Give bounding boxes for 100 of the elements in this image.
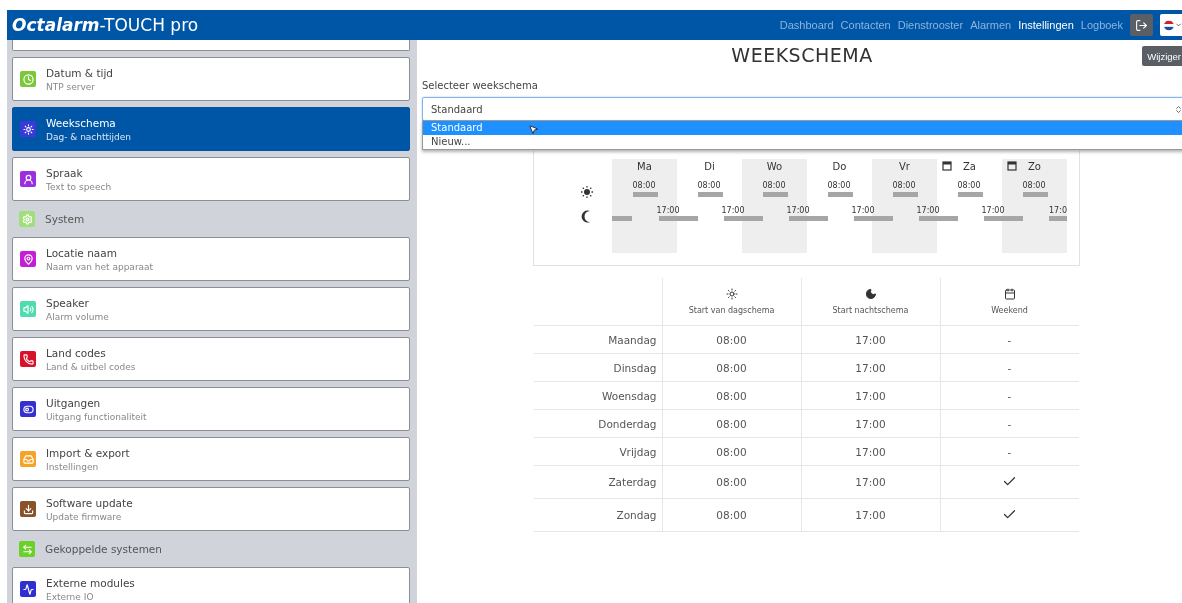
time-label: 08:00 (1021, 181, 1046, 190)
group-heading: Gekoppelde systemen (45, 543, 162, 555)
item-title: Spraak (46, 166, 84, 179)
sidebar-item[interactable]: Locatie naam Naam van het apparaat (12, 237, 410, 281)
table-cell: 17:00 (801, 325, 940, 354)
table-cell: 08:00 (662, 353, 801, 382)
sidebar-item[interactable]: Weekschema Dag- & nachttijden (12, 107, 410, 151)
dash-mark: - (1007, 361, 1012, 374)
item-title: Uitgangen (46, 396, 102, 409)
logout-icon (1135, 18, 1148, 32)
item-title: Import & export (46, 446, 130, 459)
time-label: 17:00 (785, 206, 810, 215)
sidebar-item[interactable]: Speaker Alarm volume (12, 287, 410, 331)
night-bar (918, 216, 958, 221)
time-label: 08:00 (631, 181, 656, 190)
table-cell: 17:00 (801, 353, 940, 382)
night-bar (723, 216, 763, 221)
time-label: 08:00 (761, 181, 786, 190)
sidebar-item[interactable]: Import & export Instellingen (12, 437, 410, 481)
item-subtitle: NTP server (46, 81, 96, 92)
column-header: Weekend (991, 306, 1028, 315)
logout-button[interactable] (1130, 14, 1153, 36)
item-subtitle: Update firmware (46, 511, 123, 522)
table-cell: 08:00 (662, 437, 801, 466)
time-label: 08:00 (696, 181, 721, 190)
time-label: 08:00 (826, 181, 851, 190)
day-label: Di (703, 161, 715, 172)
sidebar-item[interactable]: Externe modules Externe IO (12, 567, 410, 603)
table-cell: 08:00 (662, 409, 801, 438)
time-label: 08:00 (956, 181, 981, 190)
item-subtitle: Uitgang functionaliteit (46, 411, 147, 422)
day-cell: Zondag (533, 498, 662, 532)
language-button[interactable] (1160, 14, 1182, 36)
dropdown-option[interactable]: Nieuw... (423, 135, 1182, 149)
day-bar (957, 192, 983, 197)
item-title: Datum & tijd (46, 66, 113, 79)
edit-button[interactable]: Wijziger (1142, 46, 1182, 66)
night-bar (853, 216, 893, 221)
night-bar (611, 216, 632, 221)
table-cell: 08:00 (662, 381, 801, 410)
table-cell: 17:00 (801, 465, 940, 499)
calendar-icon (1003, 288, 1016, 300)
table-cell: 08:00 (662, 325, 801, 354)
time-label: 08:00 (891, 181, 916, 190)
day-label: Do (832, 161, 846, 172)
dash-mark: - (1007, 389, 1012, 402)
dash-mark: - (1007, 445, 1012, 458)
moon-icon (864, 288, 877, 300)
sidebar-item[interactable]: Software update Update firmware (12, 487, 410, 531)
page-title: WEEKSCHEMA (731, 44, 873, 66)
nav-link[interactable]: Instellingen (1018, 19, 1074, 31)
table-cell: 17:00 (801, 498, 940, 532)
item-subtitle: Text to speech (46, 181, 112, 192)
sidebar-item[interactable]: Datum & tijd NTP server (12, 57, 410, 101)
sidebar-item[interactable]: Land codes Land & uitbel codes (12, 337, 410, 381)
dash-mark: - (1007, 333, 1012, 346)
sun-icon (725, 288, 738, 300)
day-cell: Donderdag (533, 409, 662, 438)
time-label: 17:00 (655, 206, 680, 215)
time-label: 17:00 (915, 206, 940, 215)
flag-icon (1164, 19, 1174, 31)
group-heading: System (45, 213, 85, 225)
item-title: Software update (46, 496, 133, 509)
night-bar (1048, 216, 1067, 221)
night-bar (658, 216, 698, 221)
item-subtitle: Dag- & nachttijden (46, 131, 132, 142)
sidebar-item[interactable]: Spraak Text to speech (12, 157, 410, 201)
item-subtitle: Alarm volume (46, 311, 109, 322)
day-bar (827, 192, 853, 197)
updown-icon (1174, 104, 1182, 114)
day-label: Wo (766, 161, 782, 172)
sun-icon (579, 185, 594, 199)
table-cell: 08:00 (662, 498, 801, 532)
day-bar (762, 192, 788, 197)
item-title: Land codes (46, 346, 107, 359)
day-cell: Maandag (533, 325, 662, 354)
item-title: Speaker (46, 296, 90, 309)
sidebar-item[interactable]: Uitgangen Uitgang functionaliteit (12, 387, 410, 431)
time-label: 17:00 (850, 206, 875, 215)
table-cell: 17:00 (801, 381, 940, 410)
night-bar (788, 216, 828, 221)
app-logo: Octalarm-TOUCH pro (11, 15, 199, 35)
caret-icon (1174, 21, 1182, 29)
day-cell: Woensdag (533, 381, 662, 410)
day-bar (892, 192, 918, 197)
table-cell: 08:00 (662, 465, 801, 499)
time-label: 17:00 (980, 206, 1005, 215)
item-subtitle: Instellingen (46, 461, 100, 472)
item-subtitle: Externe IO (46, 591, 95, 602)
item-title: Externe modules (46, 576, 135, 589)
item-subtitle: Land & uitbel codes (46, 361, 136, 372)
column-header: Start nachtschema (832, 306, 909, 315)
item-subtitle: Naam van het apparaat (46, 261, 154, 272)
table-cell: 17:00 (801, 409, 940, 438)
column-header: Start van dagschema (688, 306, 775, 315)
dash-mark: - (1007, 417, 1012, 430)
day-label: Ma (636, 161, 652, 172)
sidebar-item[interactable] (12, 40, 410, 51)
table-cell: 17:00 (801, 437, 940, 466)
day-label: Za (962, 161, 976, 172)
